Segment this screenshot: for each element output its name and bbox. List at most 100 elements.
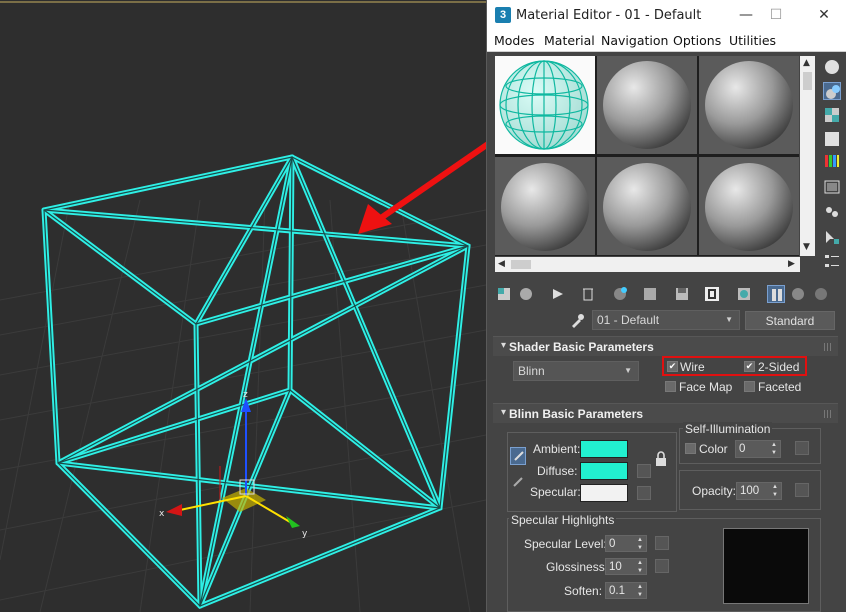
backlight-icon[interactable] <box>823 82 841 100</box>
menu-bar: Modes Material Navigation Options Utilit… <box>487 30 846 52</box>
menu-utilities[interactable]: Utilities <box>729 33 776 48</box>
soften-value: 0.1 <box>609 585 625 597</box>
sample-slot[interactable] <box>699 56 799 154</box>
ambient-label: Ambient: <box>533 442 581 456</box>
put-to-scene-icon[interactable] <box>517 285 535 303</box>
collapse-icon: ▾ <box>501 407 507 418</box>
specular-color-swatch[interactable] <box>580 484 628 502</box>
specular-level-spinner[interactable]: 0 ▲ ▼ <box>605 535 647 552</box>
diffuse-map-button[interactable] <box>637 464 651 478</box>
shader-type-combo[interactable]: Blinn ▼ <box>513 361 639 381</box>
glossiness-map-button[interactable] <box>655 559 669 573</box>
chevron-down-icon: ▼ <box>725 315 733 324</box>
spinner-arrows-icon: ▲ ▼ <box>771 442 777 456</box>
go-forward-sibling-icon[interactable] <box>813 285 831 303</box>
make-preview-icon[interactable] <box>823 178 841 196</box>
opacity-spinner[interactable]: 100 ▲ ▼ <box>736 482 782 500</box>
self-illum-spinner[interactable]: 0 ▲ ▼ <box>735 440 781 458</box>
pick-material-eyedropper-icon[interactable] <box>569 312 585 328</box>
soften-label: Soften: <box>564 584 603 598</box>
diffuse-color-swatch[interactable] <box>580 462 628 480</box>
specular-level-value: 0 <box>609 538 616 550</box>
scroll-left-icon[interactable]: ◀ <box>498 259 505 269</box>
background-checker-icon[interactable] <box>823 106 841 124</box>
two-sided-checkbox[interactable]: ✔ <box>744 361 755 372</box>
material-type-button[interactable]: Standard <box>745 311 835 330</box>
opacity-label: Opacity: <box>692 484 737 498</box>
sample-type-icon[interactable] <box>823 58 841 76</box>
scroll-thumb[interactable] <box>803 72 812 90</box>
close-button[interactable]: ✕ <box>809 4 839 26</box>
grip-icon <box>824 410 832 418</box>
collapse-icon: ▾ <box>501 340 507 351</box>
self-illum-color-checkbox[interactable] <box>685 443 696 454</box>
face-map-checkbox[interactable] <box>665 381 676 392</box>
wire-checkbox[interactable]: ✔ <box>667 361 678 372</box>
scroll-up-icon[interactable]: ▲ <box>803 58 810 68</box>
put-to-library-icon[interactable] <box>641 285 659 303</box>
assign-material-icon[interactable] <box>549 285 567 303</box>
shader-type-value: Blinn <box>518 364 545 378</box>
menu-options[interactable]: Options <box>673 33 721 48</box>
specular-highlights-label: Specular Highlights <box>509 513 617 527</box>
get-material-icon[interactable] <box>495 285 513 303</box>
material-editor-window: 3 Material Editor - 01 - Default — ☐ ✕ M… <box>486 0 846 612</box>
rollout-shader-basic[interactable]: ▾ Shader Basic Parameters <box>493 336 838 356</box>
ambient-color-swatch[interactable] <box>580 440 628 458</box>
lock-ambient-diffuse-icon[interactable] <box>510 447 526 465</box>
material-name-combo[interactable]: 01 - Default ▼ <box>592 310 740 330</box>
make-unique-icon[interactable] <box>611 285 629 303</box>
material-id-channel-icon[interactable] <box>703 285 721 303</box>
lock-icon[interactable] <box>654 451 668 467</box>
sample-slot[interactable] <box>699 157 799 255</box>
slots-vertical-scrollbar[interactable]: ▲ ▼ <box>800 56 815 256</box>
soften-spinner[interactable]: 0.1 ▲ ▼ <box>605 582 647 599</box>
specular-label: Specular: <box>530 485 581 499</box>
menu-modes[interactable]: Modes <box>494 33 535 48</box>
show-end-result-icon[interactable] <box>767 285 785 303</box>
menu-navigation[interactable]: Navigation <box>601 33 668 48</box>
sample-uv-tiling-icon[interactable] <box>823 130 841 148</box>
title-bar[interactable]: 3 Material Editor - 01 - Default — ☐ ✕ <box>487 0 846 30</box>
sample-slot[interactable] <box>495 157 595 255</box>
rollout-blinn-basic[interactable]: ▾ Blinn Basic Parameters <box>493 403 838 423</box>
self-illum-map-button[interactable] <box>795 441 809 455</box>
self-illumination-label: Self-Illumination <box>683 422 773 436</box>
chevron-down-icon: ▼ <box>624 366 632 375</box>
scroll-right-icon[interactable]: ▶ <box>788 259 795 269</box>
specular-level-map-button[interactable] <box>655 536 669 550</box>
material-toolbar <box>487 280 846 308</box>
minimize-button[interactable]: — <box>731 4 761 26</box>
highlight-curve-preview <box>723 528 809 604</box>
video-color-check-icon[interactable] <box>823 152 841 170</box>
go-to-parent-icon[interactable] <box>789 285 807 303</box>
lock-diffuse-specular-icon[interactable] <box>510 474 526 490</box>
opacity-map-button[interactable] <box>795 483 809 497</box>
menu-material[interactable]: Material <box>544 33 595 48</box>
sample-slot-active[interactable] <box>495 56 595 154</box>
material-map-navigator-icon[interactable] <box>823 252 841 270</box>
faceted-checkbox[interactable] <box>744 381 755 392</box>
slots-horizontal-scrollbar[interactable]: ◀ ▶ <box>495 257 800 272</box>
grip-icon <box>824 343 832 351</box>
spinner-arrows-icon: ▲ ▼ <box>637 560 643 574</box>
sample-slot[interactable] <box>597 157 697 255</box>
self-illum-value: 0 <box>739 443 746 455</box>
sample-slot[interactable] <box>597 56 697 154</box>
reset-map-icon[interactable] <box>579 285 597 303</box>
maximize-button[interactable]: ☐ <box>761 4 791 26</box>
scroll-thumb-h[interactable] <box>511 260 531 269</box>
glossiness-label: Glossiness: <box>546 560 609 574</box>
save-to-library-icon[interactable] <box>673 285 691 303</box>
rollout-title: Blinn Basic Parameters <box>509 407 644 421</box>
options-icon[interactable] <box>823 202 841 220</box>
wire-label: Wire <box>680 360 705 374</box>
show-shaded-material-icon[interactable] <box>735 285 753 303</box>
rollout-title: Shader Basic Parameters <box>509 340 654 354</box>
scroll-down-icon[interactable]: ▼ <box>803 242 810 252</box>
glossiness-spinner[interactable]: 10 ▲ ▼ <box>605 558 647 575</box>
specular-map-button[interactable] <box>637 486 651 500</box>
select-by-material-icon[interactable] <box>823 228 841 246</box>
slot-side-toolbar <box>817 52 846 272</box>
two-sided-label: 2-Sided <box>758 360 800 374</box>
